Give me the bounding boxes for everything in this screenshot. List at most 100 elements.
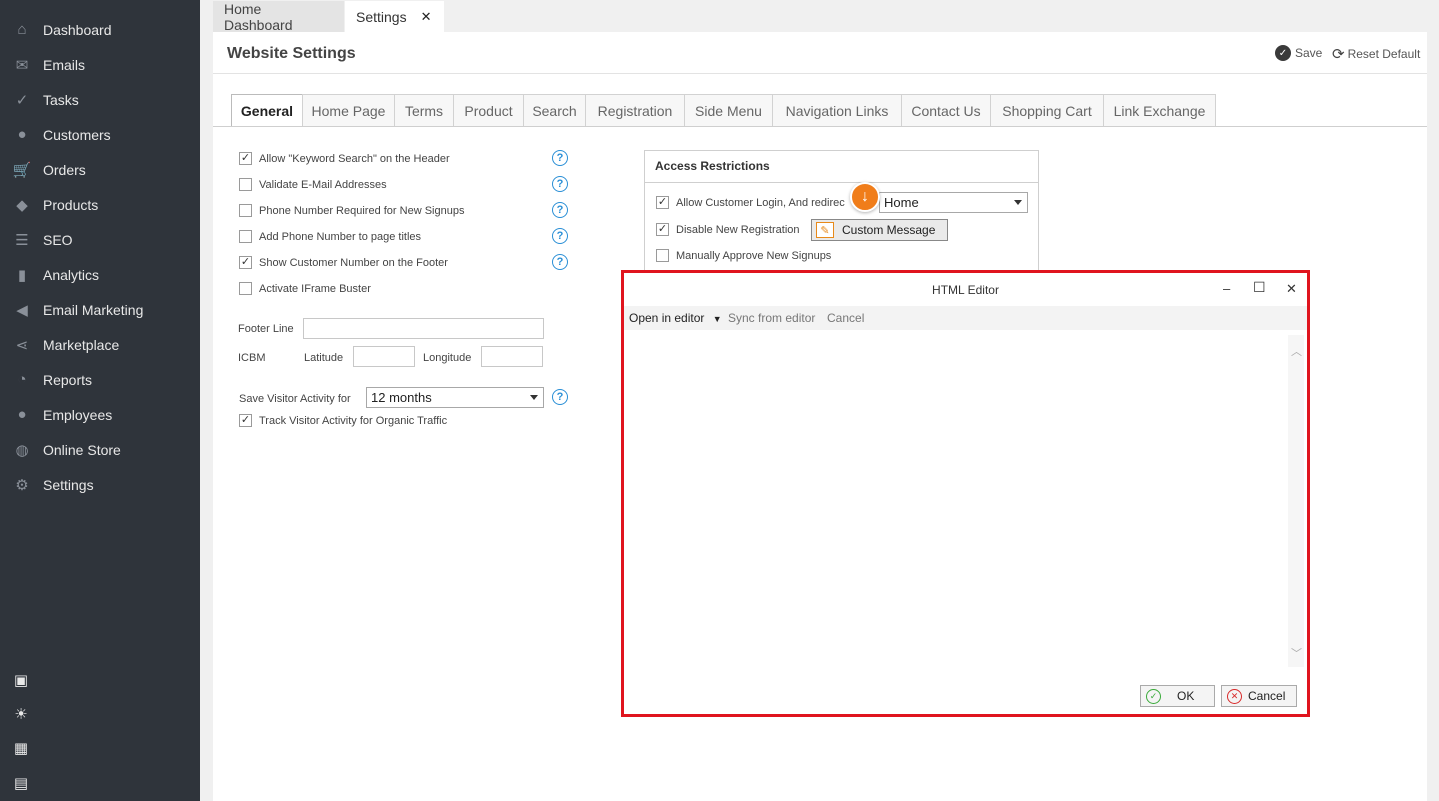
minimize-icon[interactable]: – xyxy=(1223,281,1230,296)
sidebar-item-marketplace[interactable]: ⋖ Marketplace xyxy=(0,327,200,362)
envelope-icon: ✉ xyxy=(15,56,29,74)
tab-home-page[interactable]: Home Page xyxy=(302,94,394,127)
option-label: Add Phone Number to page titles xyxy=(259,230,422,243)
help-icon[interactable]: ? xyxy=(552,176,568,192)
option-checkbox[interactable] xyxy=(239,282,252,295)
sidebar-item-settings[interactable]: ⚙ Settings xyxy=(0,467,200,502)
ok-button[interactable]: ✓ OK xyxy=(1140,685,1215,707)
check-circle-icon: ✓ xyxy=(1146,688,1161,704)
lightbulb-icon[interactable]: ☀ xyxy=(11,704,31,724)
general-option[interactable]: Activate IFrame Buster xyxy=(239,282,371,295)
cancel-button[interactable]: ✕ Cancel xyxy=(1221,685,1297,707)
general-option[interactable]: ✓ Show Customer Number on the Footer xyxy=(239,256,448,269)
tab-link-exchange[interactable]: Link Exchange xyxy=(1103,94,1216,127)
html-editor-dialog: HTML Editor – ☐ ✕ Open in editor ▼ Sync … xyxy=(621,270,1310,717)
maximize-icon[interactable]: ☐ xyxy=(1253,279,1266,296)
tab-side-menu[interactable]: Side Menu xyxy=(684,94,772,127)
editor-body[interactable] xyxy=(627,331,1304,681)
x-circle-icon: ✕ xyxy=(1227,688,1242,704)
tab-terms[interactable]: Terms xyxy=(394,94,453,127)
tab-product[interactable]: Product xyxy=(453,94,523,127)
option-checkbox[interactable]: ✓ xyxy=(239,152,252,165)
footer-line-input[interactable] xyxy=(303,318,544,339)
sidebar-item-label: Products xyxy=(43,196,99,213)
save-visitor-select[interactable]: 12 months xyxy=(366,387,544,408)
manual-approve-checkbox[interactable] xyxy=(656,249,669,262)
share-icon: ⋖ xyxy=(15,336,29,354)
scroll-up-icon[interactable]: ︿ xyxy=(1291,343,1302,359)
general-option[interactable]: Phone Number Required for New Signups xyxy=(239,204,464,217)
reset-default-label: Reset Default xyxy=(1347,47,1421,61)
sidebar-item-customers[interactable]: ● Customers xyxy=(0,117,200,152)
longitude-input[interactable] xyxy=(481,346,543,367)
option-checkbox[interactable] xyxy=(239,204,252,217)
tab-navigation-links[interactable]: Navigation Links xyxy=(772,94,901,127)
calendar-icon[interactable]: ▤ xyxy=(11,773,31,793)
sync-from-editor-button[interactable]: Sync from editor xyxy=(728,311,815,325)
disable-registration-label: Disable New Registration xyxy=(676,223,800,236)
sidebar-item-employees[interactable]: ● Employees xyxy=(0,397,200,432)
option-checkbox[interactable] xyxy=(239,230,252,243)
custom-message-button[interactable]: ✎ Custom Message xyxy=(811,219,948,241)
ok-label: OK xyxy=(1177,689,1195,703)
reset-default-button[interactable]: ⟳ Reset Default xyxy=(1332,45,1420,63)
header-divider xyxy=(213,73,1427,74)
option-checkbox[interactable] xyxy=(239,178,252,191)
tab-registration[interactable]: Registration xyxy=(585,94,684,127)
help-icon[interactable]: ? xyxy=(552,389,568,405)
option-checkbox[interactable]: ✓ xyxy=(239,256,252,269)
scroll-down-icon[interactable]: ﹀ xyxy=(1291,645,1302,661)
access-divider xyxy=(645,182,1038,183)
track-visitor-checkbox[interactable]: ✓ xyxy=(239,414,252,427)
cancel-link-button[interactable]: Cancel xyxy=(827,311,864,325)
help-icon[interactable]: ? xyxy=(552,228,568,244)
redirect-select[interactable]: Home xyxy=(879,192,1028,213)
sidebar-item-dashboard[interactable]: ⌂ Dashboard xyxy=(0,12,200,47)
sidebar-item-emails[interactable]: ✉ Emails xyxy=(0,47,200,82)
sidebar-item-label: Employees xyxy=(43,406,113,423)
custom-message-label: Custom Message xyxy=(842,223,936,237)
tab-search[interactable]: Search xyxy=(523,94,585,127)
close-tab-icon[interactable]: ✕ xyxy=(421,9,432,25)
latitude-input[interactable] xyxy=(353,346,415,367)
help-icon[interactable]: ? xyxy=(552,202,568,218)
sidebar-item-products[interactable]: ◆ Products xyxy=(0,187,200,222)
tab-home-dashboard[interactable]: Home Dashboard xyxy=(213,1,344,33)
allow-login-checkbox[interactable]: ✓ xyxy=(656,196,669,209)
sidebar-item-email-marketing[interactable]: ◀ Email Marketing xyxy=(0,292,200,327)
allow-login-option[interactable]: ✓ Allow Customer Login, And redirec xyxy=(656,196,845,209)
redirect-value: Home xyxy=(884,195,919,210)
disable-registration-option[interactable]: ✓ Disable New Registration xyxy=(656,223,800,236)
pencil-icon: ✎ xyxy=(816,222,834,238)
save-button[interactable]: ✓ Save xyxy=(1275,45,1322,61)
close-icon[interactable]: ✕ xyxy=(1286,281,1297,297)
help-icon[interactable]: ? xyxy=(552,150,568,166)
sidebar-item-label: Email Marketing xyxy=(43,301,144,318)
tab-contact-us[interactable]: Contact Us xyxy=(901,94,990,127)
track-visitor-option[interactable]: ✓ Track Visitor Activity for Organic Tra… xyxy=(239,414,447,427)
tab-general[interactable]: General xyxy=(231,94,302,127)
sidebar-item-label: Customers xyxy=(43,126,111,143)
tab-settings[interactable]: Settings ✕ xyxy=(345,1,444,32)
sidebar-item-seo[interactable]: ☰ SEO xyxy=(0,222,200,257)
calculator-icon[interactable]: ▦ xyxy=(11,738,31,758)
manual-approve-option[interactable]: Manually Approve New Signups xyxy=(656,249,831,262)
sidebar-item-tasks[interactable]: ✓ Tasks xyxy=(0,82,200,117)
general-option[interactable]: Validate E-Mail Addresses xyxy=(239,178,387,191)
general-option[interactable]: Add Phone Number to page titles xyxy=(239,230,421,243)
save-visitor-value: 12 months xyxy=(371,390,432,405)
disable-registration-checkbox[interactable]: ✓ xyxy=(656,223,669,236)
help-icon[interactable]: ? xyxy=(552,254,568,270)
sidebar-item-label: Dashboard xyxy=(43,21,112,38)
sidebar-item-reports[interactable]: ◔ Reports xyxy=(0,362,200,397)
scrollbar[interactable] xyxy=(1288,335,1304,667)
cancel-label: Cancel xyxy=(1248,689,1286,703)
windows-icon[interactable]: ▣ xyxy=(11,670,31,690)
sidebar-item-online-store[interactable]: ◍ Online Store xyxy=(0,432,200,467)
general-option[interactable]: ✓ Allow "Keyword Search" on the Header xyxy=(239,152,450,165)
sidebar-item-orders[interactable]: 🛒 Orders xyxy=(0,152,200,187)
tabs-divider xyxy=(213,126,1427,127)
tab-shopping-cart[interactable]: Shopping Cart xyxy=(990,94,1103,127)
sidebar-item-analytics[interactable]: ▮ Analytics xyxy=(0,257,200,292)
open-in-editor-button[interactable]: Open in editor ▼ xyxy=(629,311,722,325)
